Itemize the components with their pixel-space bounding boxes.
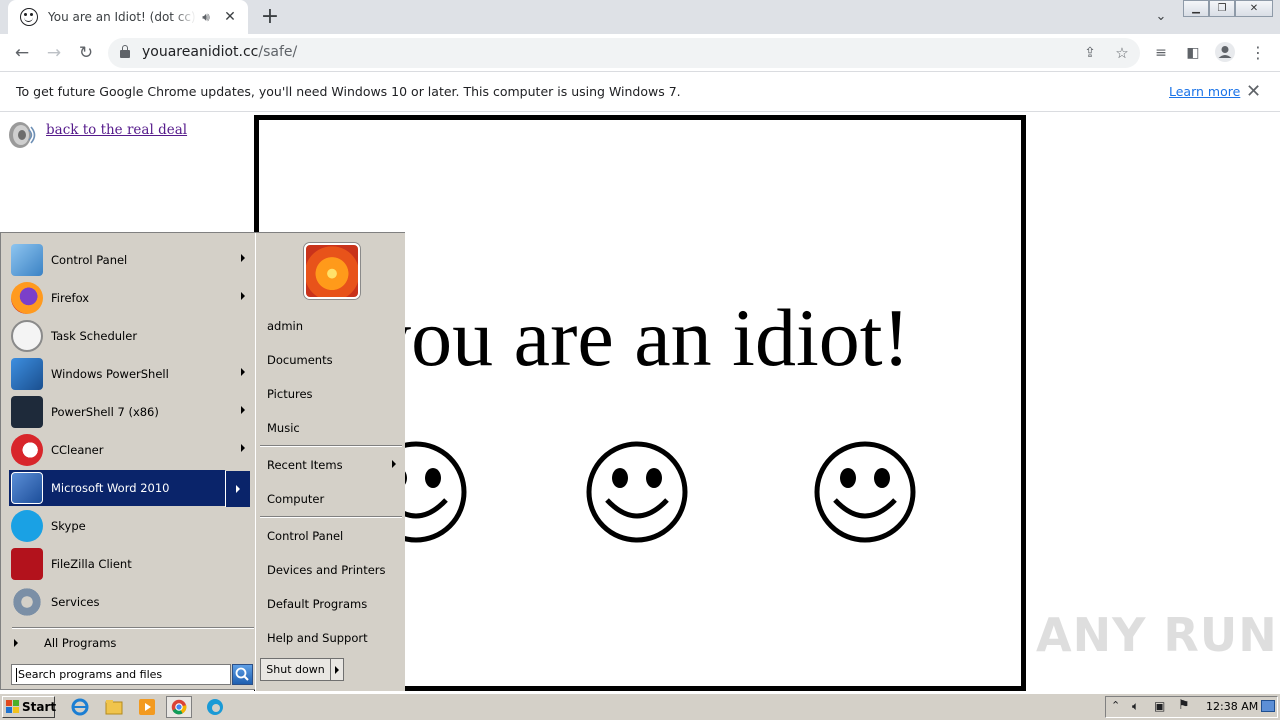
anyrun-watermark: ANY RUN <box>1036 608 1278 662</box>
menu-item-task-scheduler[interactable]: Task Scheduler <box>9 318 251 354</box>
search-icon[interactable] <box>232 664 253 685</box>
chrome-icon[interactable] <box>166 696 192 718</box>
menu-item-skype[interactable]: Skype <box>9 508 251 544</box>
url-text[interactable]: youareanidiot.cc/safe/ <box>142 44 297 60</box>
clock-icon <box>11 320 43 352</box>
new-tab-button[interactable]: + <box>258 6 282 30</box>
powershell-icon <box>11 358 43 390</box>
tab-title: You are an Idiot! (dot cc) - Safe <box>48 10 196 24</box>
menu-item-powershell7[interactable]: PowerShell 7 (x86) <box>9 394 251 430</box>
gear-icon <box>11 586 43 618</box>
menu-item-firefox[interactable]: Firefox <box>9 280 251 316</box>
system-tray: ⌃ 🔈︎ ▣ ⚑ 12:38 AM <box>1105 696 1278 718</box>
ccleaner-icon <box>11 434 43 466</box>
start-button[interactable]: Start <box>2 696 56 718</box>
learn-more-link[interactable]: Learn more <box>1169 84 1240 99</box>
smiley-face-icon <box>586 441 688 543</box>
firefox-icon <box>11 282 43 314</box>
word-icon <box>11 472 43 504</box>
side-panel-icon[interactable]: ◧ <box>1181 41 1205 65</box>
update-infobar: To get future Google Chrome updates, you… <box>0 72 1280 112</box>
menu-item-control-panel[interactable]: Control Panel <box>9 242 251 278</box>
speaker-icon <box>8 120 40 150</box>
share-icon[interactable]: ⇪ <box>1078 41 1102 65</box>
network-icon[interactable]: ▣ <box>1154 699 1165 713</box>
minimize-button[interactable]: ▁ <box>1183 0 1209 17</box>
infobar-close-icon[interactable]: ✕ <box>1246 81 1261 102</box>
skype-icon <box>11 510 43 542</box>
shutdown-options-arrow[interactable] <box>331 658 344 681</box>
menu-recent-items[interactable]: Recent Items <box>267 458 343 472</box>
menu-documents[interactable]: Documents <box>267 353 333 367</box>
menu-music[interactable]: Music <box>267 421 300 435</box>
show-desktop-icon[interactable] <box>1261 700 1275 712</box>
shutdown-button[interactable]: Shut down <box>260 658 331 681</box>
tab-close-icon[interactable]: ✕ <box>220 7 240 27</box>
audio-playing-icon[interactable]: 🔊︎ <box>198 10 214 25</box>
tab-search-chevron-icon[interactable]: ⌄ <box>1150 6 1172 28</box>
all-programs-button[interactable]: All Programs <box>14 636 116 650</box>
media-player-icon[interactable] <box>135 696 159 718</box>
menu-item-services[interactable]: Services <box>9 584 251 620</box>
menu-computer[interactable]: Computer <box>267 492 324 506</box>
bookmark-star-icon[interactable]: ☆ <box>1110 41 1134 65</box>
control-panel-icon <box>11 244 43 276</box>
search-input[interactable]: Search programs and files <box>11 664 231 685</box>
filezilla-icon <box>11 548 43 580</box>
menu-default-programs[interactable]: Default Programs <box>267 597 367 611</box>
smiley-face-icon <box>814 441 916 543</box>
menu-pictures[interactable]: Pictures <box>267 387 313 401</box>
start-menu: Control Panel Firefox Task Scheduler Win… <box>0 232 405 691</box>
menu-item-windows-powershell[interactable]: Windows PowerShell <box>9 356 251 392</box>
address-bar[interactable]: youareanidiot.cc/safe/ ⇪ ☆ <box>108 38 1140 68</box>
separator <box>12 627 254 629</box>
clock[interactable]: 12:38 AM <box>1206 700 1258 713</box>
windows-logo-icon <box>6 700 19 713</box>
back-to-real-deal-link[interactable]: back to the real deal <box>46 122 187 138</box>
menu-item-microsoft-word[interactable]: Microsoft Word 2010 <box>9 470 225 506</box>
lock-icon[interactable] <box>120 45 130 58</box>
menu-devices-printers[interactable]: Devices and Printers <box>267 563 386 577</box>
separator <box>260 516 402 518</box>
menu-item-filezilla[interactable]: FileZilla Client <box>9 546 251 582</box>
browser-toolbar: ← → ↻ youareanidiot.cc/safe/ ⇪ ☆ ≡ ◧ ⋮ <box>0 34 1280 72</box>
menu-user-admin[interactable]: admin <box>267 319 303 333</box>
menu-item-ccleaner[interactable]: CCleaner <box>9 432 251 468</box>
infobar-text: To get future Google Chrome updates, you… <box>16 84 681 99</box>
start-menu-places: admin Documents Pictures Music Recent It… <box>255 233 405 691</box>
taskbar: Start ⌃ 🔈︎ ▣ ⚑ 12:38 AM <box>0 693 1280 720</box>
close-window-button[interactable]: ✕ <box>1235 0 1273 17</box>
forward-arrow-icon[interactable]: → <box>42 41 66 65</box>
reload-icon[interactable]: ↻ <box>74 41 98 65</box>
user-avatar[interactable] <box>304 243 360 299</box>
tab-strip: You are an Idiot! (dot cc) - Safe 🔊︎ ✕ +… <box>0 0 1280 34</box>
show-hidden-icons-icon[interactable]: ⌃ <box>1111 699 1120 712</box>
folder-icon[interactable] <box>102 696 126 718</box>
volume-icon[interactable]: 🔈︎ <box>1132 699 1139 714</box>
word-submenu-arrow[interactable] <box>225 471 250 507</box>
back-arrow-icon[interactable]: ← <box>10 41 34 65</box>
start-menu-programs: Control Panel Firefox Task Scheduler Win… <box>4 236 254 685</box>
action-center-flag-icon[interactable]: ⚑ <box>1178 698 1190 713</box>
menu-control-panel[interactable]: Control Panel <box>267 529 343 543</box>
smiley-favicon-icon <box>20 8 38 26</box>
restore-button[interactable]: ❐ <box>1209 0 1235 17</box>
tab-active[interactable]: You are an Idiot! (dot cc) - Safe 🔊︎ ✕ <box>8 0 248 34</box>
menu-kebab-icon[interactable]: ⋮ <box>1246 41 1270 65</box>
profile-avatar-icon[interactable] <box>1213 41 1237 65</box>
internet-explorer-icon[interactable] <box>68 696 92 718</box>
media-control-icon[interactable]: ≡ <box>1149 41 1173 65</box>
menu-help-support[interactable]: Help and Support <box>267 631 368 645</box>
recent-items-arrow-icon <box>392 460 396 468</box>
separator <box>260 445 402 447</box>
powershell7-icon <box>11 396 43 428</box>
edge-icon[interactable] <box>203 696 227 718</box>
